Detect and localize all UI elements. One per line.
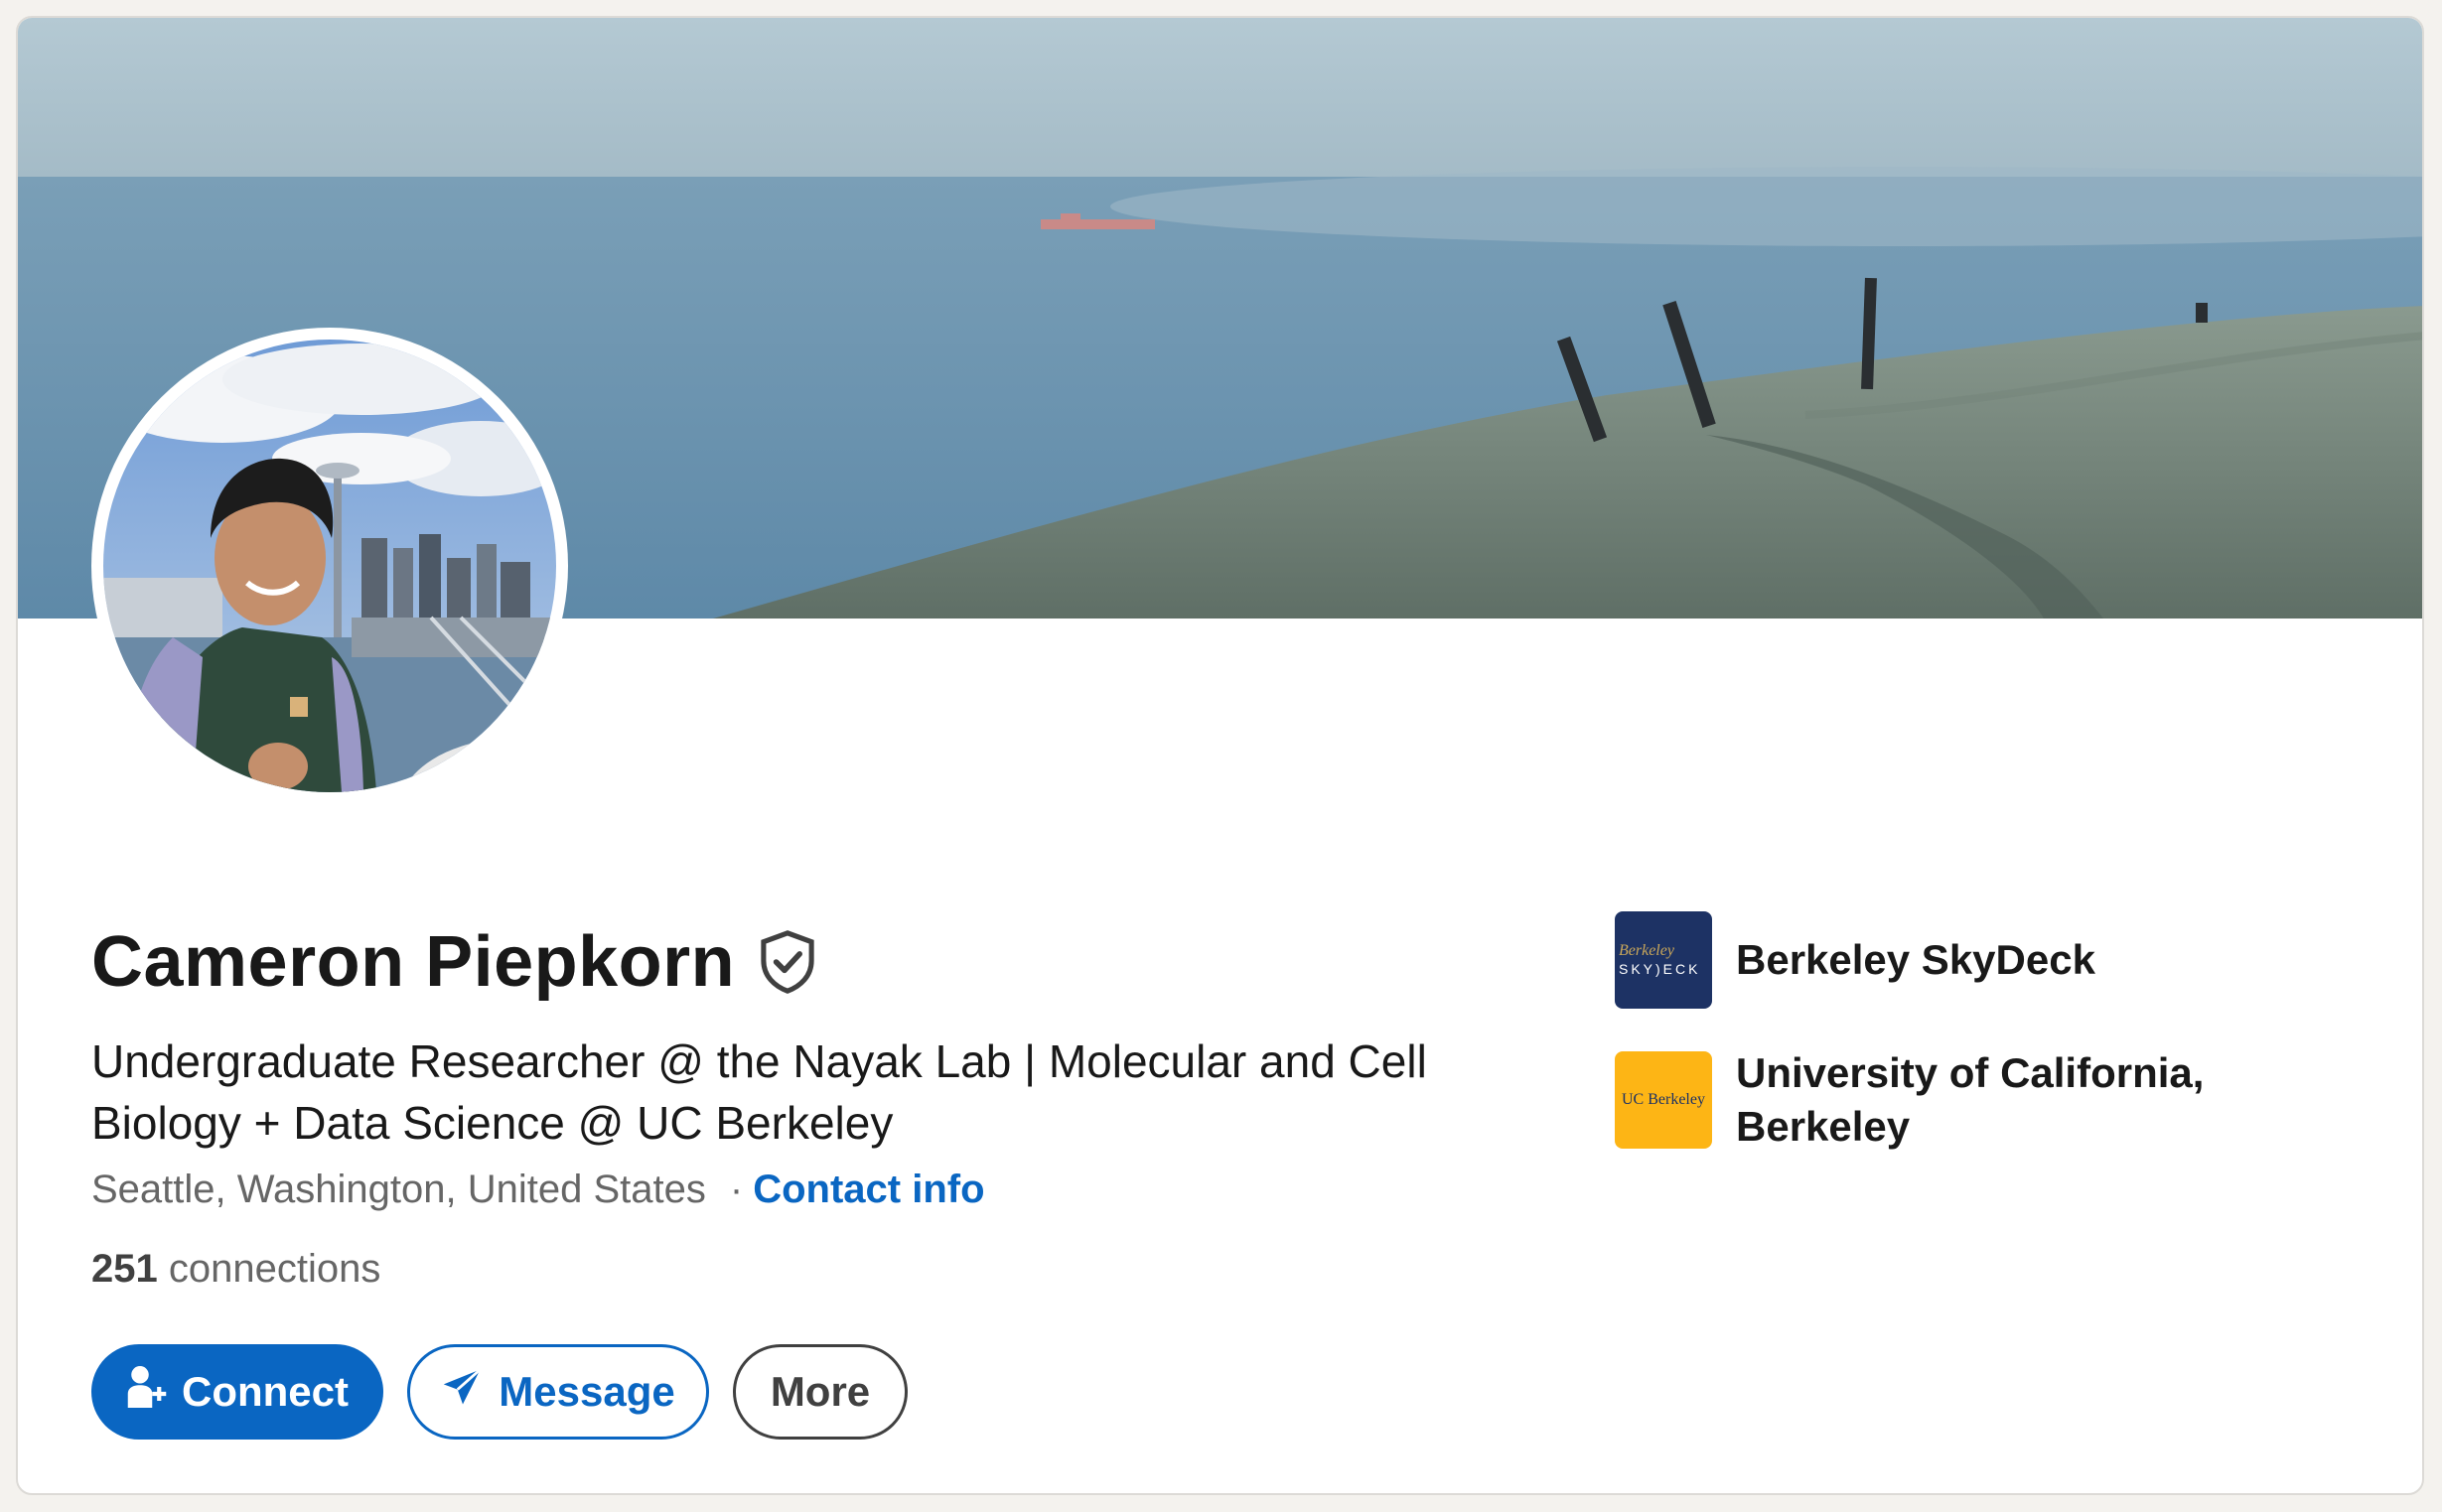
connections-count: 251	[91, 1247, 158, 1291]
connect-label: Connect	[182, 1368, 349, 1415]
profile-card: Cameron Piepkorn Undergraduate Researche…	[16, 16, 2424, 1495]
profile-organizations: Berkeley SKY)ECK Berkeley SkyDeck UC Ber…	[1615, 911, 2310, 1191]
location-row: Seattle, Washington, United States · Con…	[91, 1168, 985, 1212]
org-item-uc-berkeley[interactable]: UC Berkeley University of California, Be…	[1615, 1046, 2310, 1154]
org-item-berkeley-skydeck[interactable]: Berkeley SKY)ECK Berkeley SkyDeck	[1615, 911, 2310, 1009]
profile-name: Cameron Piepkorn	[91, 922, 736, 1002]
message-button[interactable]: Message	[407, 1344, 709, 1440]
uc-berkeley-logo: UC Berkeley	[1615, 1051, 1712, 1149]
more-button[interactable]: More	[733, 1344, 908, 1440]
connections-summary: 251 connections	[91, 1247, 380, 1292]
more-label: More	[770, 1368, 871, 1415]
connect-button[interactable]: Connect	[91, 1344, 383, 1440]
shield-check-icon[interactable]	[757, 929, 818, 995]
message-label: Message	[499, 1368, 675, 1415]
paper-plane-icon	[441, 1366, 485, 1418]
contact-info-link[interactable]: Contact info	[753, 1168, 984, 1212]
org-name: Berkeley SkyDeck	[1736, 936, 2095, 983]
profile-actions: Connect Message More	[91, 1344, 908, 1440]
separator-dot: ·	[729, 1168, 744, 1211]
name-row: Cameron Piepkorn	[91, 921, 818, 1003]
profile-location: Seattle, Washington, United States	[91, 1168, 706, 1211]
connections-label: connections	[168, 1247, 381, 1291]
profile-headline: Undergraduate Researcher @ the Nayak Lab…	[91, 1035, 1427, 1149]
berkeley-skydeck-logo: Berkeley SKY)ECK	[1615, 911, 1712, 1009]
add-person-icon	[126, 1364, 168, 1420]
org-name: University of California, Berkeley	[1736, 1049, 2205, 1150]
profile-avatar[interactable]	[91, 328, 568, 804]
